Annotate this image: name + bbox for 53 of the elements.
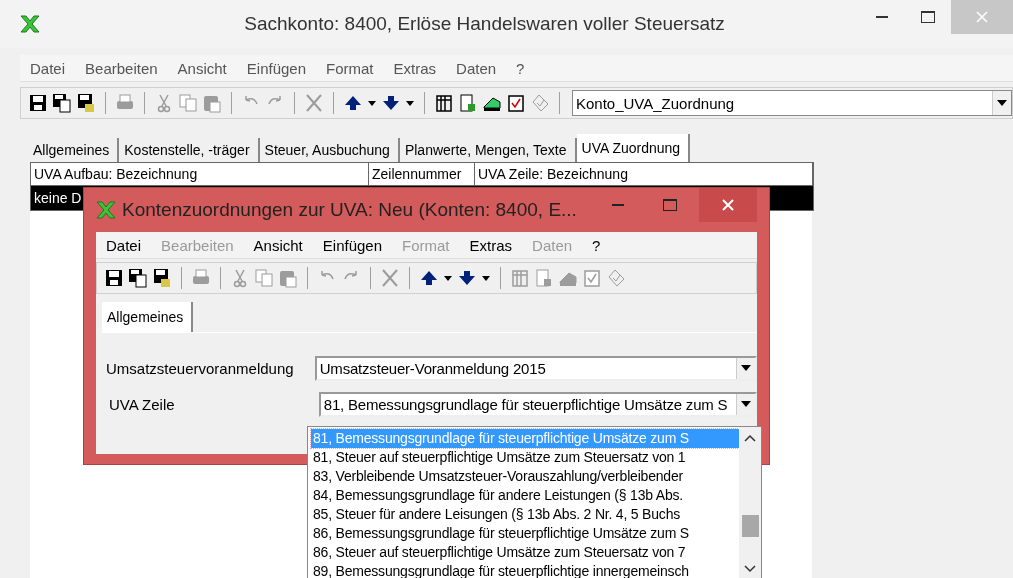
minimize-icon xyxy=(612,204,624,206)
menu-item[interactable]: Format xyxy=(326,59,374,77)
menu-item[interactable]: Extras xyxy=(393,59,437,77)
dialog-title: Kontenzuordnungen zur UVA: Neu (Konten: 8400, E... xyxy=(122,199,578,221)
save-all-icon[interactable] xyxy=(75,92,97,114)
account-combo[interactable]: Konto_UVA_Zuordnung xyxy=(572,90,1012,116)
tab[interactable]: Allgemeines xyxy=(102,302,194,332)
tab[interactable]: UVA Zuordnung xyxy=(576,134,691,162)
menu-item[interactable]: ? xyxy=(516,59,525,77)
save-as-icon[interactable] xyxy=(51,92,73,114)
binder-icon[interactable] xyxy=(433,92,455,114)
app-logo-icon xyxy=(20,15,40,33)
field-label: UVA Zeile xyxy=(108,395,176,413)
dropdown-arrow-button[interactable] xyxy=(736,357,755,379)
select-field[interactable]: Umsatzsteuer-Voranmeldung 2015 xyxy=(314,355,757,381)
menu-item[interactable]: Bearbeiten xyxy=(85,59,158,77)
menu-item[interactable]: Einfügen xyxy=(322,236,382,254)
caret-down-icon xyxy=(997,100,1007,106)
close-icon xyxy=(722,199,734,211)
list-option[interactable]: 85, Steuer für andere Leisungen (§ 13b Abs. 2 Nr. 4, 5 Buchs xyxy=(311,505,739,524)
window-title: Sachkonto: 8400, Erlöse Handelswaren voller Steuersatz xyxy=(243,13,726,35)
caret-down-icon xyxy=(741,401,751,407)
save-icon[interactable] xyxy=(27,92,49,114)
list-option[interactable]: 81, Steuer auf steuerpflichtige Umsätze zum Steuersatz von 1 xyxy=(311,448,739,467)
save-all-icon[interactable] xyxy=(151,267,173,289)
menu-item[interactable]: Datei xyxy=(30,59,66,77)
maximize-icon xyxy=(663,199,677,211)
caret-down-icon xyxy=(741,365,751,371)
save-icon[interactable] xyxy=(103,267,125,289)
menu-item[interactable]: Ansicht xyxy=(177,59,227,77)
list-option[interactable]: 84, Bemessungsgrundlage für andere Leistungen (§ 13b Abs. xyxy=(311,486,739,505)
menu-item[interactable]: Datei xyxy=(106,236,142,254)
select-field[interactable]: 81, Bemessungsgrundlage für steuerpflichtige Umsätze zum S xyxy=(318,391,757,417)
dropdown-arrow-button[interactable] xyxy=(736,393,755,415)
list-option[interactable]: 86, Steuer auf steuerpflichtige Umsätze zum Steuersatz von 7 xyxy=(311,543,739,562)
menu-item[interactable]: Daten xyxy=(456,59,497,77)
dropdown-arrow-button[interactable] xyxy=(992,91,1011,115)
minimize-icon xyxy=(876,16,888,18)
list-option[interactable]: 89, Bemessungsgrundlage für steuerpflichtige innergemeinsch xyxy=(311,562,739,578)
list-option[interactable]: 86, Bemessungsgrundlage für steuerpflichtige Umsätze zum S xyxy=(311,524,739,543)
close-icon xyxy=(976,11,988,23)
clipboard-icon[interactable] xyxy=(505,92,527,114)
menu-item[interactable]: Einfügen xyxy=(246,59,306,77)
app-logo-icon xyxy=(96,201,116,219)
menu-item[interactable]: Extras xyxy=(469,236,513,254)
close-button[interactable] xyxy=(699,188,757,222)
save-as-icon[interactable] xyxy=(127,267,149,289)
menu-item[interactable]: Ansicht xyxy=(253,236,303,254)
maximize-icon xyxy=(921,11,935,23)
list-option[interactable]: 83, Verbleibende Umsatzsteuer-Vorauszahlung/verbleibender xyxy=(311,467,739,486)
menu-item[interactable]: ? xyxy=(592,236,601,254)
scrollbar[interactable] xyxy=(739,427,761,578)
field-label: Umsatzsteuervoranmeldung xyxy=(106,359,295,377)
